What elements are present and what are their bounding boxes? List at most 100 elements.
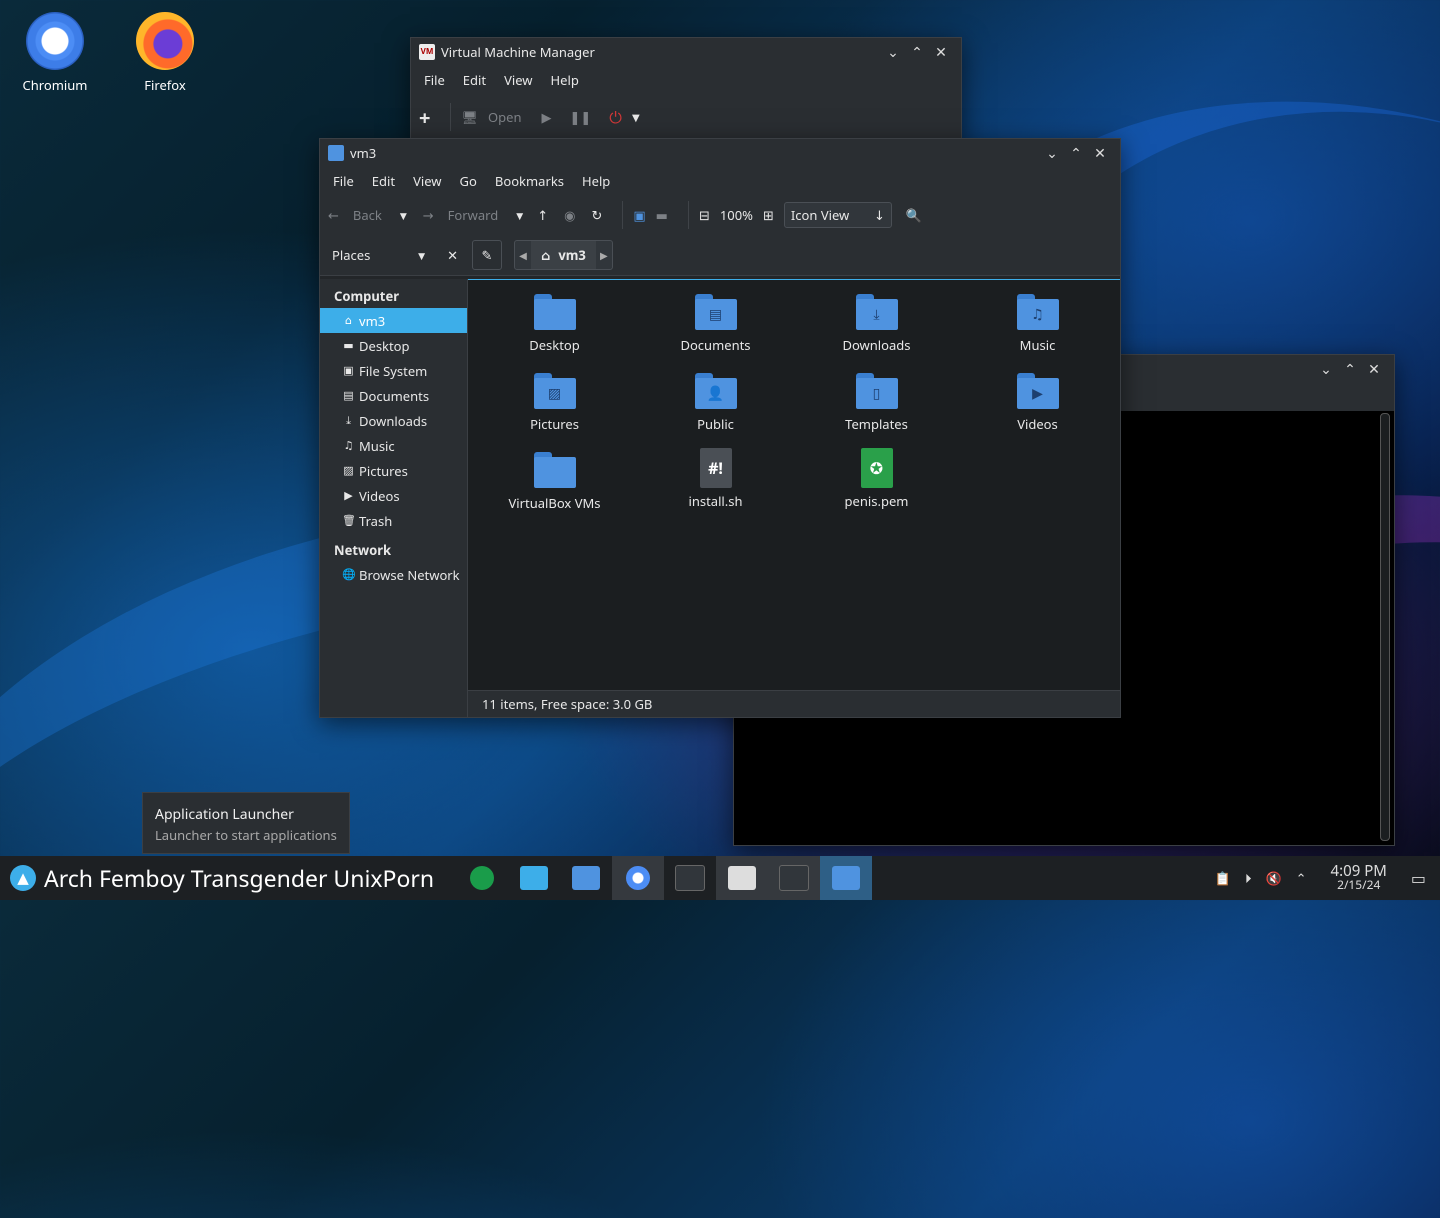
pause-button[interactable]: ❚❚ [569, 108, 591, 126]
shutdown-button[interactable]: ⏻ [609, 106, 622, 128]
desktop-icon-chromium[interactable]: Chromium [5, 12, 105, 94]
edit-location-button[interactable]: ✎ [472, 240, 502, 270]
task-terminal-2[interactable] [768, 856, 821, 900]
desktop-icon-firefox[interactable]: Firefox [115, 12, 215, 94]
sidebar-item-browse-network[interactable]: 🌐 Browse Network [320, 562, 467, 587]
forward-history-dropdown[interactable]: ▼ [516, 209, 523, 222]
breadcrumb-scroll-right[interactable]: ▶ [596, 248, 612, 262]
vmm-window: VM Virtual Machine Manager ⌄ ⌃ ✕ File Ed… [410, 37, 962, 144]
up-button[interactable]: ↑ [537, 206, 548, 224]
menu-view[interactable]: View [404, 172, 450, 190]
menu-help[interactable]: Help [573, 172, 619, 190]
zoom-out-button[interactable]: ⊟ [699, 206, 710, 224]
file-item[interactable]: ⤓ Downloads [796, 290, 957, 369]
places-dropdown[interactable]: ▼ [418, 249, 425, 262]
file-item-label: Pictures [530, 415, 579, 433]
minimize-button[interactable]: ⌄ [1314, 360, 1338, 379]
file-item[interactable]: ▯ Templates [796, 369, 957, 448]
divider [687, 201, 689, 229]
folder-home-icon [328, 145, 344, 161]
task-store[interactable] [508, 856, 560, 900]
stop-button[interactable]: ◉ [564, 206, 575, 224]
view-mode-select[interactable]: Icon View ↓ [783, 202, 892, 228]
reload-button[interactable]: ↻ [591, 206, 602, 224]
menu-bookmarks[interactable]: Bookmarks [486, 172, 573, 190]
close-places-button[interactable]: ✕ [447, 246, 458, 264]
task-chromium[interactable] [612, 856, 665, 900]
task-file-manager[interactable] [820, 856, 873, 900]
file-item[interactable]: 👤 Public [635, 369, 796, 448]
task-vmm[interactable] [716, 856, 769, 900]
file-item[interactable]: VirtualBox VMs [474, 448, 635, 527]
open-button[interactable]: 🖥 Open [461, 108, 521, 126]
minimize-button[interactable]: ⌄ [881, 43, 905, 62]
breadcrumb-scroll-left[interactable]: ◀ [515, 248, 531, 262]
fm-menubar: File Edit View Go Bookmarks Help [320, 167, 1120, 195]
media-player-icon[interactable]: ⏵ [1245, 869, 1252, 887]
task-manager [456, 856, 873, 900]
back-history-dropdown[interactable]: ▼ [400, 209, 407, 222]
task-terminal[interactable] [664, 856, 716, 900]
desktop-icon: ▬ [343, 338, 354, 353]
file-view[interactable]: Desktop ▤ Documents ⤓ Downloads ♫ Music ▨ Pictur… [468, 279, 1120, 717]
maximize-button[interactable]: ⌃ [1064, 144, 1088, 163]
application-launcher[interactable]: ▲ Arch Femboy Transgender UnixPorn [0, 862, 434, 894]
breadcrumb-home[interactable]: ⌂ vm3 [531, 241, 596, 269]
file-item[interactable]: #! install.sh [635, 448, 796, 527]
forward-button[interactable]: → Forward [423, 206, 499, 224]
file-item[interactable]: ▨ Pictures [474, 369, 635, 448]
file-item[interactable]: ✪ penis.pem [796, 448, 957, 527]
arrow-right-icon: → [422, 206, 434, 224]
home-button[interactable]: ▣ [633, 206, 645, 224]
new-vm-button[interactable]: + [419, 104, 430, 131]
show-desktop-icon[interactable]: ▭ [1411, 867, 1426, 889]
menu-edit[interactable]: Edit [454, 71, 495, 89]
vmm-toolbar: + 🖥 Open ▶ ❚❚ ⏻ ▼ [411, 94, 961, 140]
close-button[interactable]: ✕ [1362, 360, 1386, 379]
sidebar-item-videos[interactable]: ▶ Videos [320, 483, 467, 508]
sidebar-item-file-system[interactable]: ▣ File System [320, 358, 467, 383]
sidebar-item-desktop[interactable]: ▬ Desktop [320, 333, 467, 358]
menu-file[interactable]: File [324, 172, 363, 190]
shutdown-dropdown-button[interactable]: ▼ [632, 110, 640, 124]
task-discover[interactable] [456, 856, 508, 900]
file-item[interactable]: ♫ Music [957, 290, 1118, 369]
fm-titlebar[interactable]: vm3 ⌄ ⌃ ✕ [320, 139, 1120, 167]
computer-button[interactable]: ▬ [656, 206, 668, 224]
search-button[interactable]: 🔍 [906, 206, 922, 224]
volume-muted-icon[interactable]: 🔇 [1265, 869, 1281, 887]
chevron-up-icon[interactable]: ⌃ [1296, 869, 1307, 887]
task-files[interactable] [560, 856, 612, 900]
menu-help[interactable]: Help [542, 71, 588, 89]
run-button[interactable]: ▶ [541, 108, 551, 126]
file-item[interactable]: Desktop [474, 290, 635, 369]
terminal-scrollbar[interactable] [1380, 413, 1390, 841]
file-item[interactable]: ▶ Videos [957, 369, 1118, 448]
maximize-button[interactable]: ⌃ [1338, 360, 1362, 379]
menu-file[interactable]: File [415, 71, 454, 89]
sidebar-item-downloads[interactable]: ⤓ Downloads [320, 408, 467, 433]
menu-view[interactable]: View [495, 71, 541, 89]
menu-go[interactable]: Go [451, 172, 486, 190]
vmm-titlebar[interactable]: VM Virtual Machine Manager ⌄ ⌃ ✕ [411, 38, 961, 66]
sidebar-item-pictures[interactable]: ▨ Pictures [320, 458, 467, 483]
sidebar-item-label: vm3 [359, 311, 386, 330]
zoom-in-button[interactable]: ⊞ [763, 206, 774, 224]
sidebar-item-vm3[interactable]: ⌂ vm3 [320, 308, 467, 333]
minimize-button[interactable]: ⌄ [1040, 144, 1064, 163]
terminal-icon [675, 865, 706, 891]
file-item-label: Desktop [529, 336, 580, 354]
digital-clock[interactable]: 4:09 PM 2/15/24 [1331, 864, 1387, 892]
sidebar-item-music[interactable]: ♫ Music [320, 433, 467, 458]
sidebar-item-documents[interactable]: ▤ Documents [320, 383, 467, 408]
terminal-titlebar[interactable]: ⌄ ⌃ ✕ [1120, 355, 1394, 383]
sidebar-item-trash[interactable]: 🗑 Trash [320, 508, 467, 533]
menu-edit[interactable]: Edit [363, 172, 404, 190]
file-item[interactable]: ▤ Documents [635, 290, 796, 369]
clipboard-icon[interactable]: 📋 [1215, 869, 1231, 887]
maximize-button[interactable]: ⌃ [905, 43, 929, 62]
back-button[interactable]: ← Back [328, 206, 382, 224]
close-button[interactable]: ✕ [929, 43, 953, 62]
drive-icon: ▣ [343, 363, 354, 378]
close-button[interactable]: ✕ [1088, 144, 1112, 163]
